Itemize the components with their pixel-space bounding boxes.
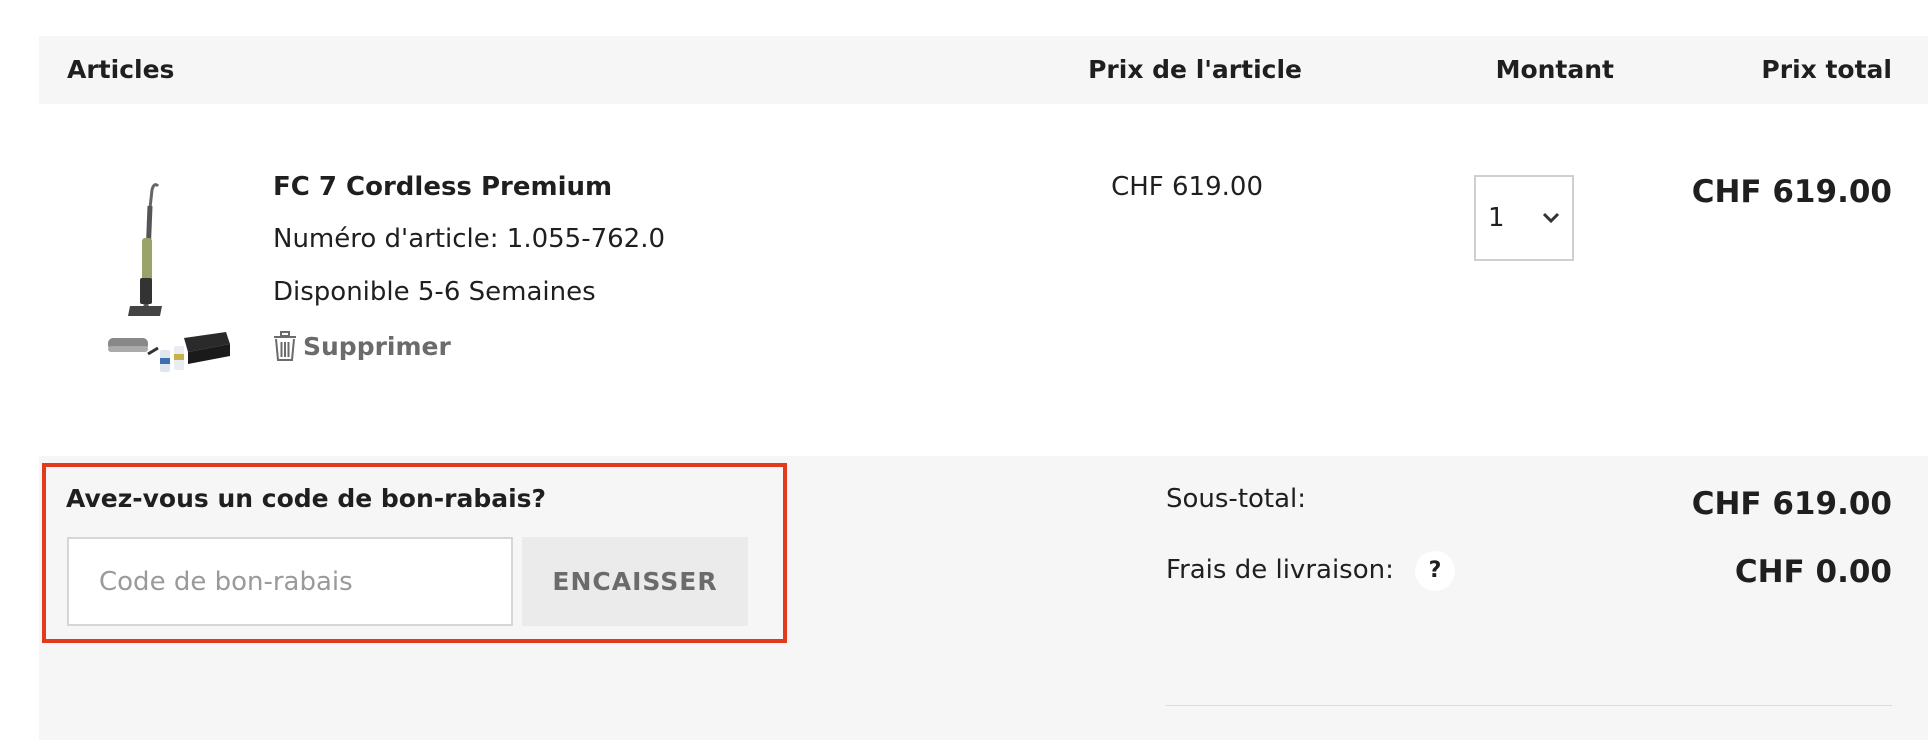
cart-table-header: Articles Prix de l'article Montant Prix … [39, 36, 1928, 104]
delete-label: Supprimer [303, 331, 451, 361]
quantity-value: 1 [1488, 203, 1505, 233]
unit-price: CHF 619.00 [1111, 172, 1263, 202]
coupon-code-input[interactable] [67, 537, 513, 626]
availability-status: Disponible 5-6 Semaines [273, 277, 596, 307]
chevron-down-icon [1542, 212, 1560, 224]
product-image[interactable] [100, 178, 240, 378]
subtotal-value: CHF 619.00 [1691, 486, 1892, 522]
line-total: CHF 619.00 [1691, 174, 1892, 210]
header-quantity: Montant [1495, 55, 1614, 84]
shipping-label: Frais de livraison: [1166, 555, 1394, 585]
trash-icon [274, 331, 296, 361]
subtotal-label: Sous-total: [1166, 484, 1307, 514]
header-total-price: Prix total [1761, 55, 1892, 84]
quantity-select[interactable]: 1 [1474, 175, 1574, 261]
redeem-coupon-button[interactable]: ENCAISSER [522, 537, 748, 626]
coupon-title: Avez-vous un code de bon-rabais? [66, 484, 547, 513]
shipping-help-icon[interactable]: ? [1415, 551, 1455, 591]
delete-item-button[interactable]: Supprimer [273, 328, 451, 364]
product-name[interactable]: FC 7 Cordless Premium [273, 172, 612, 202]
article-number: Numéro d'article: 1.055-762.0 [273, 224, 666, 254]
summary-divider [1166, 705, 1892, 706]
header-unit-price: Prix de l'article [1088, 55, 1302, 84]
header-articles: Articles [67, 55, 175, 84]
shipping-value: CHF 0.00 [1734, 554, 1892, 590]
